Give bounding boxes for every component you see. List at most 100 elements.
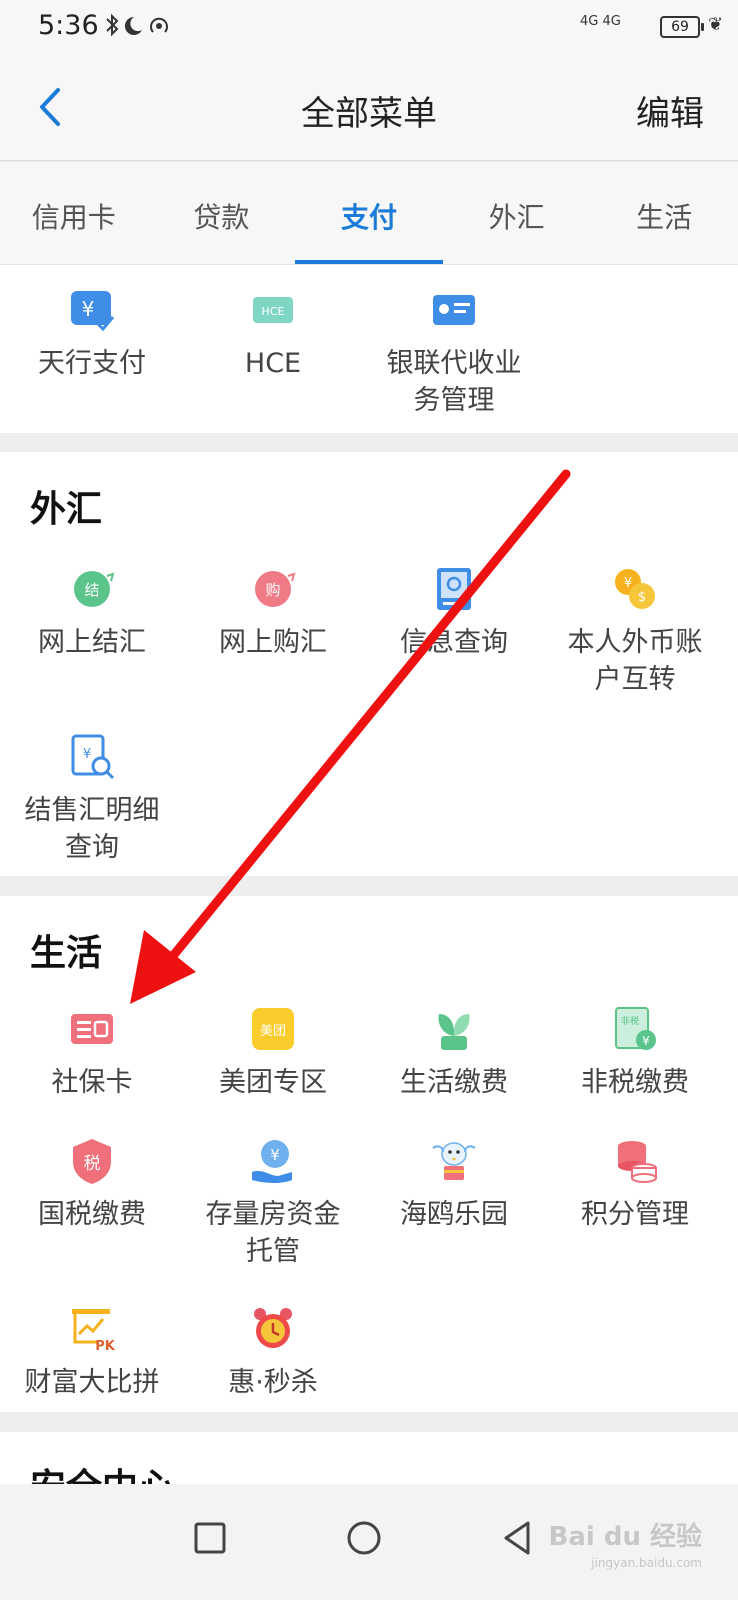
alarm-clock-icon [254, 1308, 292, 1348]
menu-item-label: 信息查询 [400, 627, 508, 658]
menu-item-label: 非税缴费 [581, 1067, 689, 1098]
section-title-life: 生活 [30, 933, 103, 974]
payment-section: ¥ 天行支付 HCE HCE 银联代收业务管理 [0, 265, 738, 433]
svg-text:¥: ¥ [270, 1146, 280, 1164]
menu-item-unionpay-collect[interactable]: 银联代收业务管理 [362, 285, 546, 419]
tab-loan[interactable]: 贷款 [148, 162, 296, 264]
section-title-security: 安全中心 [30, 1458, 174, 1484]
menu-item-label: 惠·秒杀 [228, 1367, 318, 1398]
watermark: Bai du 经验 [548, 1522, 703, 1552]
triangle-back-icon [504, 1521, 530, 1555]
menu-item-label: 银联代收业务管理 [386, 348, 522, 416]
back-button[interactable] [30, 82, 70, 132]
menu-item-label: 网上购汇 [219, 627, 327, 658]
svg-text:¥: ¥ [624, 576, 632, 591]
svg-text:结: 结 [84, 581, 99, 599]
id-card-icon [433, 295, 475, 325]
menu-item-label: 积分管理 [581, 1199, 689, 1230]
menu-item-label: 天行支付 [38, 348, 146, 379]
menu-item-tianxing-pay[interactable]: ¥ 天行支付 [0, 285, 184, 382]
circle-icon [347, 1521, 381, 1555]
svg-text:税: 税 [84, 1154, 101, 1174]
system-nav-bar: Bai du 经验 jingyan.baidu.com [0, 1484, 738, 1600]
menu-item-label: 国税缴费 [38, 1199, 146, 1230]
security-section: 安全中心 [0, 1432, 738, 1484]
recent-apps-button[interactable] [180, 1508, 240, 1568]
coins-transfer-icon: ¥ $ [615, 569, 655, 609]
tab-life[interactable]: 生活 [590, 162, 738, 264]
menu-item-fx-detail-query[interactable]: ¥ 结售汇明细查询 [0, 732, 184, 866]
menu-item-label: 本人外币账户互转 [567, 627, 703, 695]
svg-text:购: 购 [265, 581, 280, 599]
status-bar: 5:36 4G 4G 69 ❦ [0, 0, 738, 56]
menu-item-label: 社保卡 [51, 1067, 133, 1098]
menu-item-label: 网上结汇 [38, 627, 146, 658]
seagull-icon [432, 1142, 476, 1180]
menu-item-non-tax-payment[interactable]: 非税 ¥ 非税缴费 [543, 1004, 727, 1101]
svg-text:PK: PK [95, 1339, 116, 1354]
leaf-icon: ❦ [708, 14, 724, 35]
menu-item-label: 存量房资金托管 [205, 1199, 341, 1267]
menu-item-wealth-pk[interactable]: PK 财富大比拼 [0, 1304, 184, 1401]
menu-item-online-purchase[interactable]: 购 网上购汇 [181, 564, 365, 661]
status-time: 5:36 [38, 10, 99, 41]
menu-item-life-payment[interactable]: 生活缴费 [362, 1004, 546, 1101]
chevron-left-icon [40, 88, 60, 126]
square-icon [194, 1522, 226, 1554]
menu-item-label: 海鸥乐园 [400, 1199, 508, 1230]
svg-text:¥: ¥ [82, 297, 95, 321]
svg-text:¥: ¥ [83, 747, 91, 762]
life-section: 生活 社保卡 美团 美团专区 生活缴费 非税 ¥ 非税缴费 税 国税缴费 ¥ 存… [0, 896, 738, 1412]
battery-indicator: 69 [660, 16, 704, 38]
menu-item-label: HCE [244, 348, 302, 379]
purchase-icon: 购 [255, 571, 296, 607]
hand-yuan-icon: ¥ [252, 1140, 292, 1183]
info-query-icon [437, 568, 471, 610]
menu-item-flash-sale[interactable]: 惠·秒杀 [181, 1304, 365, 1401]
yuan-check-icon: ¥ [71, 291, 115, 332]
settle-icon: 结 [74, 571, 115, 607]
svg-text:美团: 美团 [260, 1024, 286, 1039]
menu-item-info-query[interactable]: 信息查询 [362, 564, 546, 661]
status-icons [104, 12, 174, 46]
menu-item-social-card[interactable]: 社保卡 [0, 1004, 184, 1101]
menu-item-fx-account-transfer[interactable]: ¥ $ 本人外币账户互转 [543, 564, 727, 698]
watermark-sub: jingyan.baidu.com [591, 1556, 702, 1570]
non-tax-icon: 非税 ¥ [615, 1007, 656, 1050]
bluetooth-moon-hotspot-icon [106, 13, 168, 37]
section-title-forex: 外汇 [30, 489, 103, 530]
meituan-icon: 美团 [252, 1008, 294, 1050]
back-nav-button[interactable] [488, 1508, 548, 1568]
menu-item-label: 美团专区 [219, 1067, 327, 1098]
svg-text:非税: 非税 [621, 1015, 639, 1027]
tax-shield-icon: 税 [73, 1139, 111, 1184]
forex-section: 外汇 结 网上结汇 购 网上购汇 信息查询 ¥ $ 本人外币账户互转 ¥ 结售汇… [0, 452, 738, 876]
home-button[interactable] [334, 1508, 394, 1568]
category-tabs: 信用卡 贷款 支付 外汇 生活 [0, 162, 738, 264]
menu-item-national-tax[interactable]: 税 国税缴费 [0, 1136, 184, 1233]
menu-item-label: 财富大比拼 [24, 1367, 160, 1398]
menu-item-online-settle[interactable]: 结 网上结汇 [0, 564, 184, 661]
tab-payment[interactable]: 支付 [295, 162, 443, 264]
social-card-icon [71, 1014, 113, 1044]
tab-forex[interactable]: 外汇 [443, 162, 591, 264]
svg-text:¥: ¥ [642, 1034, 650, 1048]
svg-text:$: $ [638, 590, 646, 605]
menu-item-seagull-park[interactable]: 海鸥乐园 [362, 1136, 546, 1233]
menu-item-hce[interactable]: HCE HCE [181, 285, 365, 382]
menu-item-label: 生活缴费 [400, 1067, 508, 1098]
plant-icon [438, 1014, 470, 1050]
coins-stack-icon [618, 1141, 657, 1183]
svg-text:HCE: HCE [262, 305, 285, 318]
page-title: 全部菜单 [301, 94, 437, 134]
hce-card-icon: HCE [253, 297, 293, 323]
edit-button[interactable]: 编辑 [636, 86, 704, 135]
menu-item-label: 结售汇明细查询 [24, 795, 160, 863]
pk-chart-icon: PK [72, 1309, 116, 1354]
signal-indicator: 4G 4G [580, 14, 621, 29]
menu-item-points-mgmt[interactable]: 积分管理 [543, 1136, 727, 1233]
tab-credit-card[interactable]: 信用卡 [0, 162, 148, 264]
header: 全部菜单 编辑 [0, 56, 738, 161]
menu-item-housing-escrow[interactable]: ¥ 存量房资金托管 [181, 1136, 365, 1270]
menu-item-meituan[interactable]: 美团 美团专区 [181, 1004, 365, 1101]
